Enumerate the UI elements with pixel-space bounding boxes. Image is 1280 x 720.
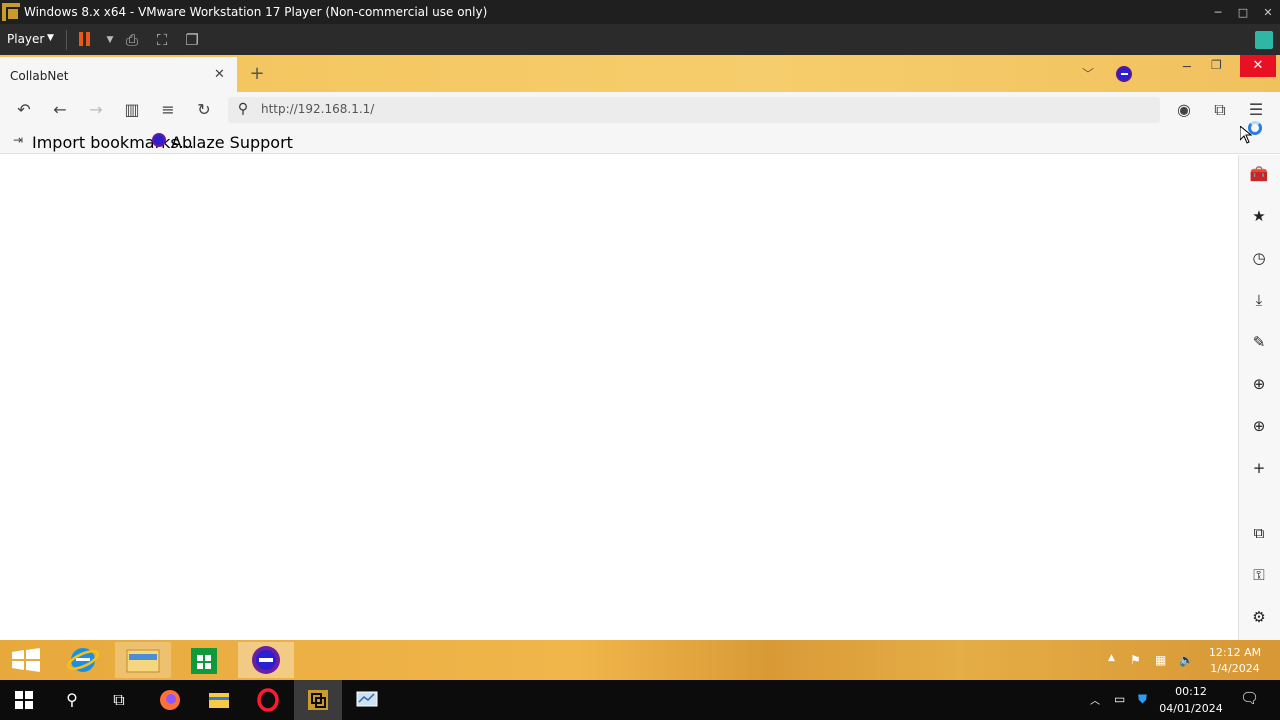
vmware-title-bar: Windows 8.x x64 - VMware Workstation 17 … bbox=[0, 0, 1280, 24]
bookmark-ablaze-support[interactable]: Ablaze Support bbox=[171, 133, 293, 152]
host-clock-time: 00:12 bbox=[1175, 685, 1207, 698]
download-icon[interactable]: ⤓ bbox=[1249, 290, 1269, 310]
plus-icon[interactable]: + bbox=[1249, 458, 1269, 478]
address-url[interactable]: http://192.168.1.1/ bbox=[261, 102, 374, 116]
star-icon[interactable]: ★ bbox=[1249, 206, 1269, 226]
account-icon[interactable]: ◉ bbox=[1173, 99, 1195, 121]
vmware-message-icon[interactable] bbox=[1255, 31, 1273, 49]
tab-collabnet[interactable]: CollabNet ✕ bbox=[0, 57, 237, 92]
host-clock[interactable]: 00:12 04/01/2024 bbox=[1155, 683, 1227, 717]
pencil-icon[interactable]: ✎ bbox=[1249, 332, 1269, 352]
undo-icon[interactable]: ↶ bbox=[13, 99, 35, 121]
forward-icon[interactable]: → bbox=[85, 99, 107, 121]
defender-shield-icon[interactable]: ⛊ bbox=[1138, 692, 1147, 707]
history-icon[interactable]: ◷ bbox=[1249, 248, 1269, 268]
vmware-close-button[interactable]: ✕ bbox=[1256, 0, 1280, 24]
page-content bbox=[0, 155, 1238, 640]
guest-clock[interactable]: 12:12 AM 1/4/2024 bbox=[1200, 645, 1270, 677]
windows-start-icon[interactable] bbox=[12, 688, 36, 712]
host-file-explorer-icon[interactable] bbox=[207, 688, 231, 712]
firefox-icon[interactable] bbox=[158, 688, 182, 712]
browser-minimize-button[interactable]: ─ bbox=[1183, 60, 1191, 75]
unity-icon[interactable]: ❐ bbox=[182, 30, 202, 50]
new-tab-button[interactable]: + bbox=[248, 64, 266, 84]
vmware-icon[interactable] bbox=[306, 688, 330, 712]
pause-icon[interactable] bbox=[78, 32, 92, 46]
pause-dropdown-icon[interactable]: ▼ bbox=[100, 30, 120, 50]
notification-icon[interactable]: 🗨 bbox=[1240, 689, 1259, 707]
vmware-toolbar: Player ▼ ▼ ⎙ ⛶ ❐ bbox=[0, 24, 1280, 55]
import-icon: ⇥ bbox=[13, 133, 24, 147]
search-icon: ⚲ bbox=[237, 101, 249, 117]
guest-tray-chevron-up-icon[interactable]: ▲ bbox=[1108, 653, 1115, 663]
toolbox-icon[interactable]: 🧰 bbox=[1249, 164, 1269, 184]
bookmark-import[interactable]: Import bookmarks... bbox=[32, 133, 194, 152]
tab-close-icon[interactable]: ✕ bbox=[214, 67, 225, 82]
vmware-maximize-button[interactable]: □ bbox=[1231, 0, 1255, 24]
extensions-icon[interactable]: ⧉ bbox=[1209, 99, 1231, 121]
send-ctrl-alt-del-icon[interactable]: ⎙ bbox=[122, 30, 142, 50]
sidebar-extensions-icon[interactable]: ⧉ bbox=[1249, 523, 1269, 543]
globe-icon-2[interactable]: ⊕ bbox=[1249, 416, 1269, 436]
loading-spinner-icon bbox=[1248, 121, 1262, 135]
key-icon[interactable]: ⚿ bbox=[1249, 565, 1269, 585]
tab-list-chevron-down-icon[interactable]: ﹀ bbox=[1082, 65, 1094, 82]
guest-network-icon[interactable]: ▦ bbox=[1155, 653, 1166, 667]
monitor-icon[interactable] bbox=[355, 688, 379, 712]
host-tray-chevron-up-icon[interactable]: ︿ bbox=[1090, 692, 1100, 707]
vmware-minimize-button[interactable]: ─ bbox=[1206, 0, 1230, 24]
host-taskbar bbox=[0, 680, 1280, 720]
vmware-window-title: Windows 8.x x64 - VMware Workstation 17 … bbox=[24, 5, 488, 19]
vmware-logo-icon bbox=[2, 3, 20, 21]
ablaze-browser-icon[interactable] bbox=[238, 642, 294, 678]
browser-close-button[interactable]: ✕ bbox=[1240, 55, 1276, 77]
toolbar-divider bbox=[66, 30, 67, 50]
menu-list-icon[interactable]: ≡ bbox=[157, 99, 179, 121]
reader-view-icon[interactable]: ▥ bbox=[121, 99, 143, 121]
host-clock-date: 04/01/2024 bbox=[1159, 702, 1223, 715]
back-icon[interactable]: ← bbox=[49, 99, 71, 121]
task-view-icon[interactable]: ⧉ bbox=[107, 688, 131, 712]
player-menu[interactable]: Player bbox=[7, 32, 44, 46]
internet-explorer-icon[interactable] bbox=[56, 642, 112, 678]
opera-icon[interactable] bbox=[256, 688, 280, 712]
file-explorer-icon[interactable] bbox=[115, 642, 171, 678]
hamburger-menu-icon[interactable]: ☰ bbox=[1245, 99, 1267, 121]
guest-start-icon[interactable] bbox=[0, 640, 52, 680]
guest-volume-icon[interactable]: 🔈 bbox=[1179, 653, 1194, 667]
globe-icon[interactable]: ⊕ bbox=[1249, 374, 1269, 394]
search-icon[interactable]: ⚲ bbox=[60, 688, 84, 712]
browser-restore-button[interactable]: ❐ bbox=[1211, 58, 1222, 72]
ablaze-support-icon bbox=[152, 133, 166, 147]
fullscreen-icon[interactable]: ⛶ bbox=[152, 30, 172, 50]
gear-icon[interactable]: ⚙ bbox=[1249, 607, 1269, 627]
store-icon[interactable] bbox=[176, 642, 232, 678]
player-menu-chevron-icon[interactable]: ▼ bbox=[47, 33, 54, 43]
ablaze-logo-icon[interactable] bbox=[1116, 66, 1132, 82]
guest-flag-icon[interactable]: ⚑ bbox=[1130, 653, 1141, 667]
reload-icon[interactable]: ↻ bbox=[193, 99, 215, 121]
tab-title: CollabNet bbox=[10, 69, 69, 83]
host-network-icon[interactable]: ▭ bbox=[1114, 692, 1125, 706]
guest-clock-time: 12:12 AM bbox=[1208, 646, 1262, 659]
guest-clock-date: 1/4/2024 bbox=[1210, 662, 1260, 675]
